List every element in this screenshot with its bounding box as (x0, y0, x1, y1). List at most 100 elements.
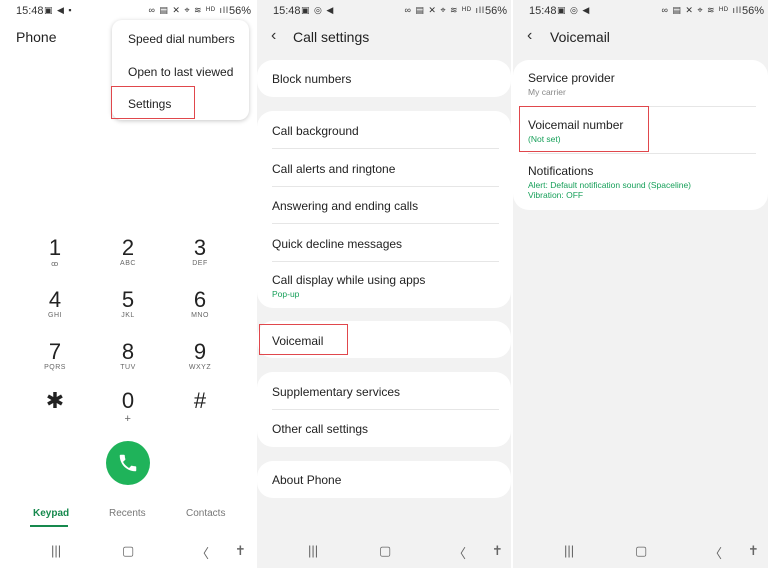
phone-screen: 15:48 ▣ ◀ ▪ ∞ ▤ ✕ ⌖ ≋ ᴴᴰ ıll 56% Phone S… (0, 0, 255, 568)
key-0[interactable]: 0 + (98, 388, 158, 426)
key-letters: PQRS (44, 364, 66, 371)
back-arrow-icon[interactable]: ‹ (271, 27, 276, 45)
navigation-bar: ||| ▢ 〈 ✝ (513, 543, 768, 561)
other-call-settings-item[interactable]: Other call settings (272, 422, 368, 436)
key-star[interactable]: ✱ (25, 389, 85, 413)
key-digit: 8 (121, 339, 135, 364)
page-title: Call settings (293, 29, 370, 45)
status-time: 15:48 (273, 5, 301, 17)
accessibility-icon[interactable]: ✝ (492, 543, 503, 559)
separator (272, 148, 499, 149)
menu-item-open-last-viewed[interactable]: Open to last viewed (128, 65, 233, 79)
home-icon[interactable]: ▢ (122, 543, 134, 559)
key-6[interactable]: 6 MNO (170, 287, 230, 320)
key-digit: 0 (121, 388, 135, 413)
key-digit: 9 (193, 339, 207, 364)
home-icon[interactable]: ▢ (379, 543, 391, 559)
highlight-voicemail (259, 324, 348, 355)
accessibility-icon[interactable]: ✝ (748, 543, 759, 559)
answering-ending-item[interactable]: Answering and ending calls (272, 199, 418, 213)
page-title: Voicemail (550, 29, 610, 45)
service-provider-value: My carrier (528, 87, 566, 97)
tab-keypad[interactable]: Keypad (33, 508, 69, 519)
key-1[interactable]: 1ꝏ (25, 235, 85, 269)
navigation-bar: ||| ▢ 〈 ✝ (257, 543, 511, 561)
separator (272, 223, 499, 224)
status-time: 15:48 (16, 5, 44, 17)
call-display-item[interactable]: Call display while using apps (272, 273, 425, 287)
key-digit: 3 (193, 235, 207, 260)
notification-icons: ▣ ◎ ◀ (301, 5, 335, 15)
key-8[interactable]: 8 TUV (98, 339, 158, 372)
notification-icons: ▣ ◀ ▪ (44, 5, 73, 15)
status-bar: 15:48 ▣ ◎ ◀ ∞ ▤ ✕ ⌖ ≋ ᴴᴰ ıll 56% (257, 0, 511, 22)
accessibility-icon[interactable]: ✝ (235, 543, 246, 559)
key-7[interactable]: 7 PQRS (25, 339, 85, 372)
key-4[interactable]: 4 GHI (25, 287, 85, 320)
service-provider-item[interactable]: Service provider (528, 71, 615, 85)
card-about: About Phone (257, 461, 511, 498)
notification-icons: ▣ ◎ ◀ (557, 5, 591, 15)
card-more: Supplementary services Other call settin… (257, 372, 511, 447)
page-title: Phone (16, 29, 57, 45)
back-arrow-icon[interactable]: ‹ (527, 27, 532, 45)
tab-recents[interactable]: Recents (109, 508, 146, 519)
battery-level: 56% (741, 5, 764, 17)
key-digit: 6 (193, 287, 207, 312)
phone-icon (119, 454, 137, 472)
supplementary-services-item[interactable]: Supplementary services (272, 385, 400, 399)
key-digit: 7 (48, 339, 62, 364)
system-icons: ∞ ▤ ✕ ⌖ ≋ ᴴᴰ ıll (661, 5, 742, 15)
block-numbers-item[interactable]: Block numbers (272, 72, 351, 86)
system-icons: ∞ ▤ ✕ ⌖ ≋ ᴴᴰ ıll (404, 5, 485, 15)
notifications-item[interactable]: Notifications (528, 164, 593, 178)
key-5[interactable]: 5 JKL (98, 287, 158, 320)
call-display-value: Pop-up (272, 289, 300, 299)
menu-item-speed-dial[interactable]: Speed dial numbers (128, 32, 235, 46)
separator (272, 186, 499, 187)
quick-decline-item[interactable]: Quick decline messages (272, 237, 402, 251)
key-letters: + (124, 413, 132, 425)
recent-apps-icon[interactable]: ||| (51, 543, 61, 558)
key-letters: TUV (120, 364, 136, 371)
navigation-bar: ||| ▢ 〈 ✝ (0, 543, 255, 561)
key-letters: ABC (120, 260, 136, 267)
active-tab-indicator (30, 525, 68, 527)
back-icon[interactable]: 〈 (196, 543, 209, 562)
call-alerts-item[interactable]: Call alerts and ringtone (272, 162, 395, 176)
tab-contacts[interactable]: Contacts (186, 508, 225, 519)
key-letters: GHI (48, 312, 62, 319)
recent-apps-icon[interactable]: ||| (564, 543, 574, 558)
key-digit: 1 (48, 235, 62, 260)
key-letters: JKL (121, 312, 135, 319)
call-settings-screen: 15:48 ▣ ◎ ◀ ∞ ▤ ✕ ⌖ ≋ ᴴᴰ ıll 56% ‹ Call … (257, 0, 511, 568)
key-letters: WXYZ (188, 364, 212, 371)
key-letters: DEF (192, 260, 208, 267)
key-hash[interactable]: # (170, 389, 230, 413)
status-time: 15:48 (529, 5, 557, 17)
highlight-voicemail-number (519, 106, 649, 152)
key-9[interactable]: 9 WXYZ (170, 339, 230, 372)
call-button[interactable] (106, 441, 150, 485)
key-digit: 5 (121, 287, 135, 312)
call-background-item[interactable]: Call background (272, 124, 359, 138)
status-bar: 15:48 ▣ ◎ ◀ ∞ ▤ ✕ ⌖ ≋ ᴴᴰ ıll 56% (513, 0, 768, 22)
key-digit: # (193, 388, 207, 413)
back-icon[interactable]: 〈 (709, 543, 722, 562)
key-3[interactable]: 3 DEF (170, 235, 230, 268)
about-phone-item[interactable]: About Phone (272, 473, 341, 487)
battery-level: 56% (228, 5, 251, 17)
notification-vibration-value: Vibration: OFF (528, 190, 584, 200)
key-2[interactable]: 2 ABC (98, 236, 158, 268)
recent-apps-icon[interactable]: ||| (308, 543, 318, 558)
system-icons: ∞ ▤ ✕ ⌖ ≋ ᴴᴰ ıll (148, 5, 229, 15)
key-letters: MNO (191, 312, 209, 319)
home-icon[interactable]: ▢ (635, 543, 647, 559)
notification-alert-value: Alert: Default notification sound (Space… (528, 180, 692, 190)
status-bar: 15:48 ▣ ◀ ▪ ∞ ▤ ✕ ⌖ ≋ ᴴᴰ ıll 56% (0, 0, 255, 22)
back-icon[interactable]: 〈 (453, 543, 466, 562)
separator (272, 409, 499, 410)
separator (528, 153, 756, 154)
key-digit: 4 (48, 287, 62, 312)
voicemail-screen: 15:48 ▣ ◎ ◀ ∞ ▤ ✕ ⌖ ≋ ᴴᴰ ıll 56% ‹ Voice… (513, 0, 768, 568)
